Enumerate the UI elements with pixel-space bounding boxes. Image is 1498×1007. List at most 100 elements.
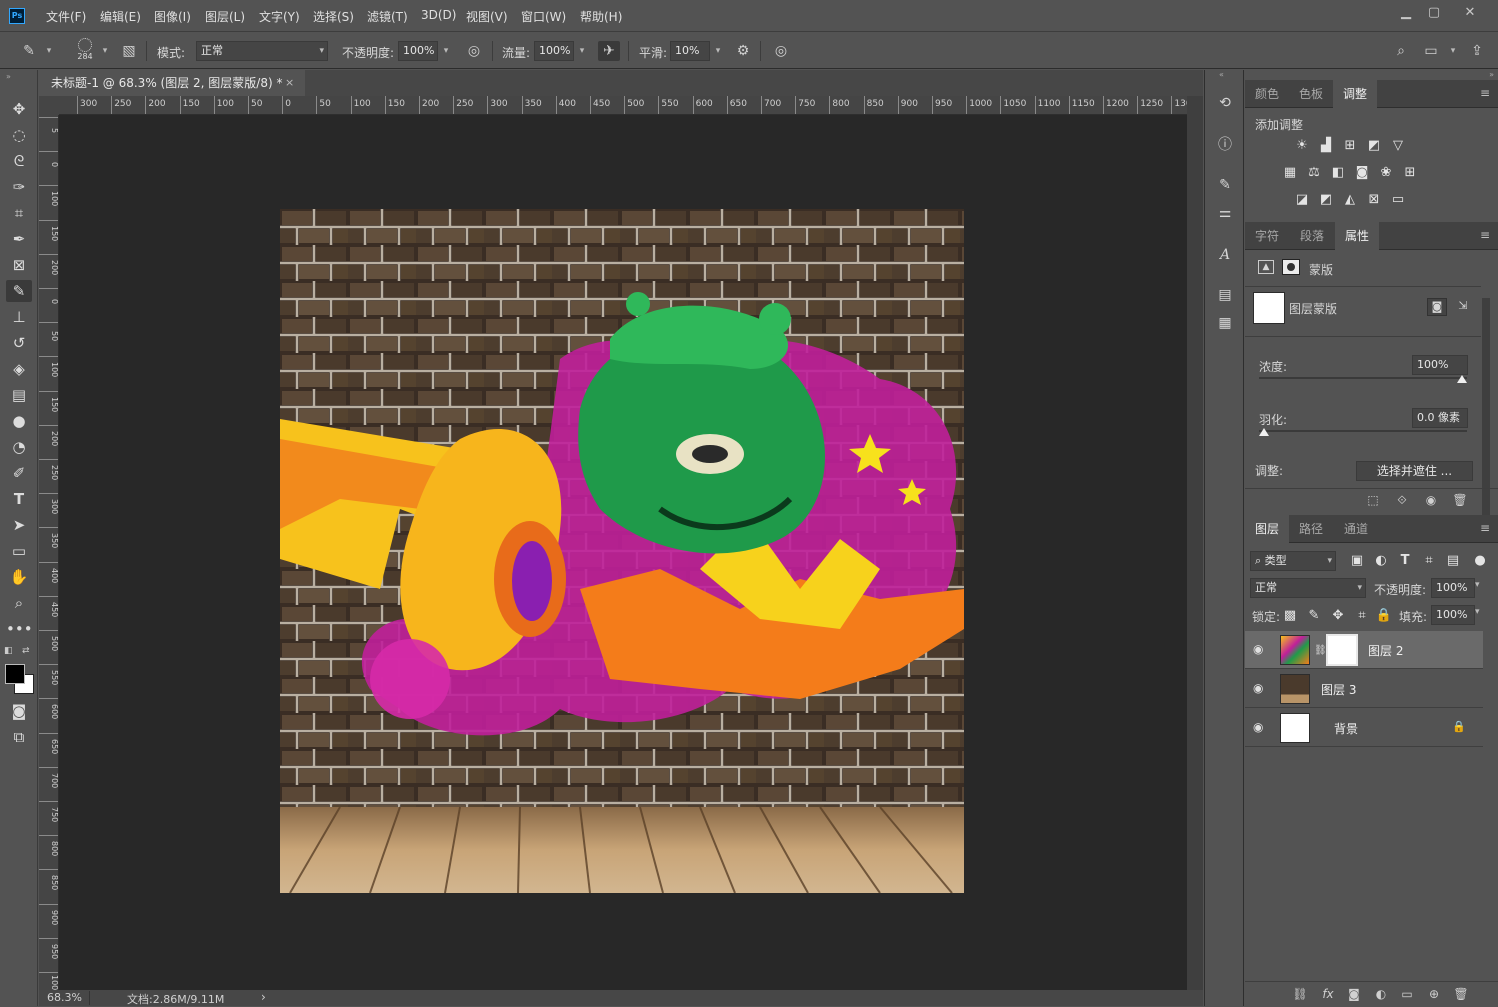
lock-transparent-icon[interactable]: ▩ <box>1280 607 1300 625</box>
horizontal-ruler[interactable]: 300 250 200 150 100 50 0 50 100 150 200 250 300 350 40… <box>59 96 1187 115</box>
mode-select[interactable]: 正常 ▾ <box>196 41 328 61</box>
filter-toggle-icon[interactable]: ● <box>1470 552 1490 570</box>
tab-paragraph[interactable]: 段落 <box>1290 222 1334 250</box>
foreground-color-swatch[interactable] <box>5 664 25 684</box>
exposure-icon[interactable]: ◩ <box>1364 137 1384 155</box>
tab-color[interactable]: 颜色 <box>1245 80 1289 108</box>
invert-icon[interactable]: ◪ <box>1292 191 1312 209</box>
vertical-ruler[interactable]: 5 0 100 150 200 0 50 100 150 200 250 300 350 400 450 50… <box>39 115 59 990</box>
chevron-down-icon[interactable]: ▾ <box>98 41 112 61</box>
rectangle-icon[interactable]: ▭ <box>6 540 32 562</box>
ruler-origin[interactable] <box>39 96 59 115</box>
chevron-down-icon[interactable]: ▾ <box>1446 41 1460 61</box>
chevron-down-icon[interactable]: ▾ <box>1475 580 1480 590</box>
menu-select[interactable]: 选择(S) <box>313 8 354 25</box>
tab-layers[interactable]: 图层 <box>1245 515 1290 543</box>
color-lookup-icon[interactable]: ⊞ <box>1400 164 1420 182</box>
gear-icon[interactable]: ⚙ <box>732 41 754 61</box>
adjustment-icon[interactable]: ◐ <box>1370 984 1392 1004</box>
layer-opacity-field[interactable]: 100% <box>1431 578 1475 598</box>
marquee-icon[interactable]: ◌ <box>6 124 32 146</box>
photo-filter-icon[interactable]: ◙ <box>1352 164 1372 182</box>
history-icon[interactable]: ⟲ <box>1213 92 1237 114</box>
filter-smart-object-icon[interactable]: ▤ <box>1443 552 1463 570</box>
filter-type-icon[interactable]: T <box>1395 552 1415 570</box>
chain-link-icon[interactable]: ⛓ <box>1314 645 1327 656</box>
close-tab-icon[interactable]: × <box>285 70 294 96</box>
curves-icon[interactable]: ⊞ <box>1340 137 1360 155</box>
workspace-icon[interactable]: ▭ <box>1420 41 1442 61</box>
menu-help[interactable]: 帮助(H) <box>580 8 622 25</box>
menu-3d[interactable]: 3D(D) <box>421 8 456 22</box>
visibility-eye-icon[interactable]: ◉ <box>1253 720 1263 734</box>
move-icon[interactable]: ✥ <box>6 98 32 120</box>
visibility-eye-icon[interactable]: ◉ <box>1253 642 1263 656</box>
apply-mask-icon[interactable]: ⇲ <box>1453 298 1473 316</box>
quick-select-icon[interactable]: ✑ <box>6 176 32 198</box>
brush-preset-icon[interactable]: ✎ <box>18 41 40 61</box>
posterize-icon[interactable]: ◩ <box>1316 191 1336 209</box>
adjustments-icon[interactable]: ⚌ <box>1213 202 1237 224</box>
tab-paths[interactable]: 路径 <box>1289 515 1333 543</box>
filter-pixel-icon[interactable]: ▣ <box>1347 552 1367 570</box>
panel-menu-icon[interactable]: ≡ <box>1480 86 1490 100</box>
close-icon[interactable]: ✕ <box>1456 4 1484 22</box>
layer-row[interactable]: ◉ ⛓ 图层 2 <box>1245 631 1483 669</box>
collapse-icon[interactable]: « <box>1219 70 1224 79</box>
gradient-icon[interactable]: ▤ <box>6 384 32 406</box>
brush-icon[interactable]: ✎ <box>6 280 32 302</box>
opacity-field[interactable]: 100% <box>398 41 438 61</box>
notes-icon[interactable]: ▦ <box>1213 312 1237 334</box>
brush-size-picker[interactable]: 284 <box>72 37 98 65</box>
pressure-opacity-icon[interactable]: ◎ <box>463 41 485 61</box>
flow-field[interactable]: 100% <box>534 41 574 61</box>
color-balance-icon[interactable]: ⚖ <box>1304 164 1324 182</box>
menu-file[interactable]: 文件(F) <box>46 8 86 25</box>
chevron-down-icon[interactable]: ▾ <box>711 41 725 61</box>
vibrance-icon[interactable]: ▽ <box>1388 137 1408 155</box>
brightness-icon[interactable]: ☀ <box>1292 137 1312 155</box>
menu-image[interactable]: 图像(I) <box>154 8 191 25</box>
chevron-down-icon[interactable]: ▾ <box>575 41 589 61</box>
zoom-icon[interactable]: ⌕ <box>6 592 32 614</box>
layer-row[interactable]: ◉ 图层 3 <box>1245 670 1483 708</box>
folder-icon[interactable]: ▭ <box>1396 984 1418 1004</box>
menu-window[interactable]: 窗口(W) <box>521 8 566 25</box>
collapse-icon[interactable]: » <box>6 72 11 81</box>
eraser-icon[interactable]: ◈ <box>6 358 32 380</box>
gradient-map-icon[interactable]: ▭ <box>1388 191 1408 209</box>
expand-icon[interactable]: » <box>1489 70 1494 79</box>
brush-settings-icon[interactable]: ✎ <box>1213 174 1237 196</box>
tab-properties[interactable]: 属性 <box>1335 222 1380 250</box>
info-icon[interactable]: ⓘ <box>1213 134 1237 156</box>
feather-field[interactable]: 0.0 像素 <box>1412 408 1468 428</box>
stamp-icon[interactable]: ⊥ <box>6 306 32 328</box>
document-tab[interactable]: 未标题-1 @ 68.3% (图层 2, 图层蒙版/8) * × <box>39 70 305 96</box>
fill-field[interactable]: 100% <box>1431 605 1475 625</box>
visibility-icon[interactable]: ◉ <box>1420 490 1442 510</box>
density-field[interactable]: 100% <box>1412 355 1468 375</box>
levels-icon[interactable]: ▟ <box>1316 137 1336 155</box>
mask-icon[interactable]: ◙ <box>1343 984 1365 1004</box>
share-icon[interactable]: ⇪ <box>1466 41 1488 61</box>
feather-slider[interactable] <box>1259 428 1467 436</box>
layer-mask-icon[interactable] <box>1282 259 1300 275</box>
more-icon[interactable]: ••• <box>6 618 33 640</box>
history-brush-icon[interactable]: ↺ <box>6 332 32 354</box>
menu-edit[interactable]: 编辑(E) <box>100 8 141 25</box>
tab-channels[interactable]: 通道 <box>1334 515 1378 543</box>
load-selection-icon[interactable]: ⬚ <box>1362 490 1384 510</box>
chevron-down-icon[interactable]: ▾ <box>42 41 56 61</box>
lasso-icon[interactable]: ᘓ <box>6 150 32 172</box>
smooth-field[interactable]: 10% <box>670 41 710 61</box>
path-select-icon[interactable]: ➤ <box>6 514 32 536</box>
blur-icon[interactable]: ● <box>6 410 32 432</box>
bw-icon[interactable]: ◧ <box>1328 164 1348 182</box>
threshold-icon[interactable]: ◭ <box>1340 191 1360 209</box>
trash-icon[interactable]: 🗑 <box>1449 490 1471 510</box>
document-canvas[interactable] <box>280 209 964 893</box>
selective-color-icon[interactable]: ⊠ <box>1364 191 1384 209</box>
properties-scrollbar[interactable] <box>1482 298 1490 538</box>
link-icon[interactable]: ⛓ <box>1289 984 1311 1004</box>
blend-mode-select[interactable]: 正常 ▾ <box>1250 578 1366 598</box>
